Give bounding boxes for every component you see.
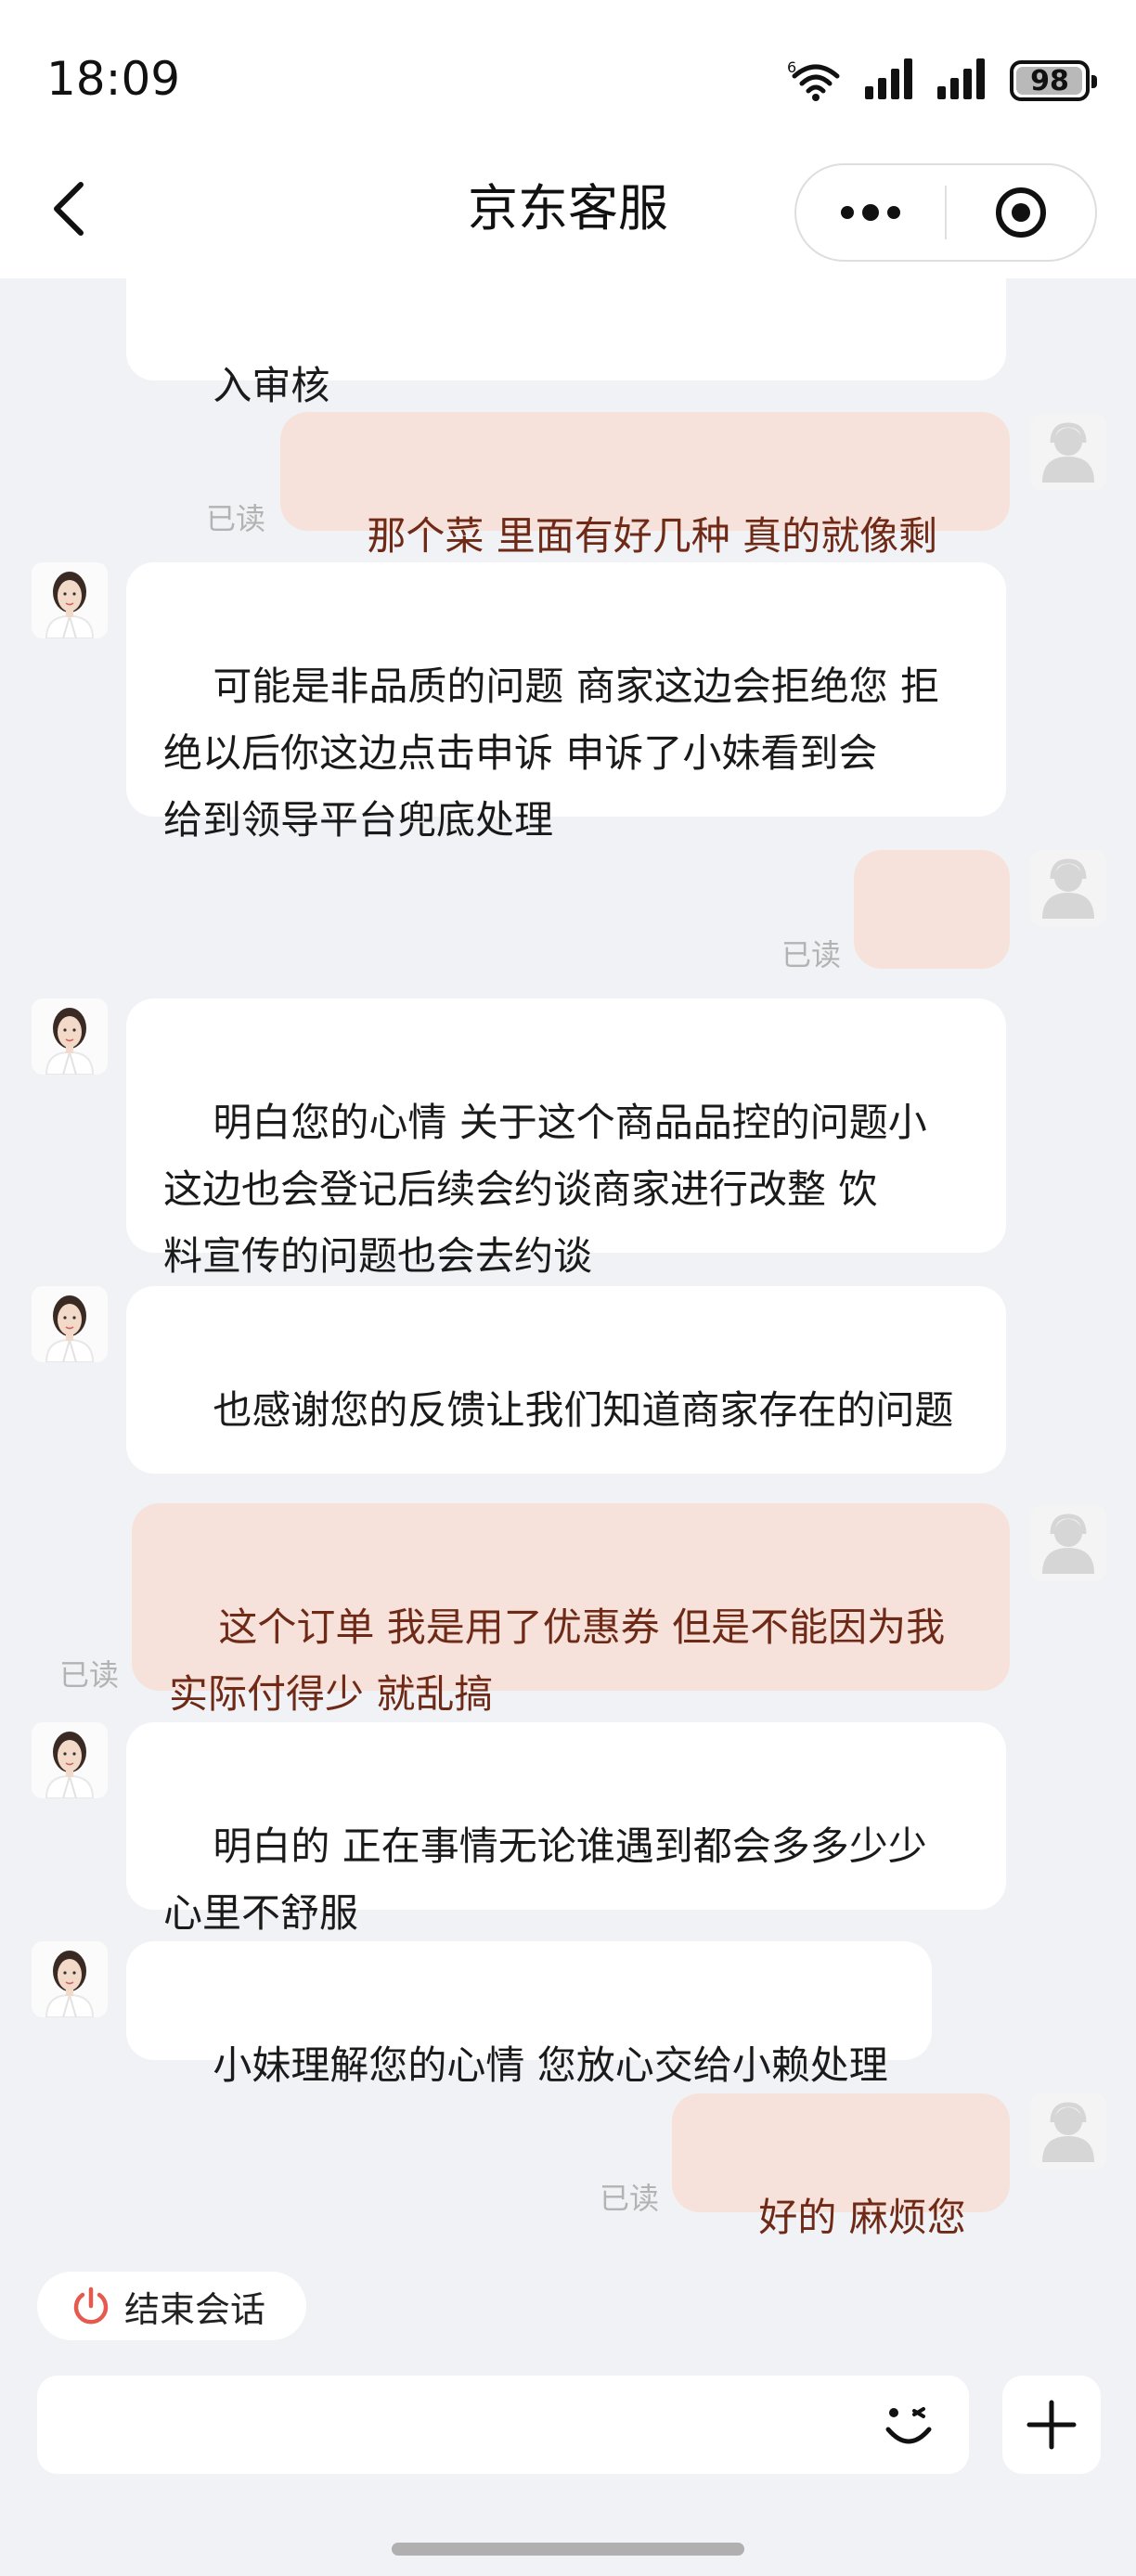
read-status: 已读: [59, 1657, 120, 1693]
user-avatar[interactable]: [1030, 2093, 1106, 2170]
message-bubble-sent[interactable]: 这个订单 我是用了优惠券 但是不能因为我 实际付得少 就乱搞: [132, 1503, 1010, 1717]
end-chat-label: 结束会话: [124, 2288, 266, 2330]
user-avatar-icon: [1042, 1513, 1094, 1574]
message-bubble[interactable]: 明白的 正在事情无论谁遇到都会多多少少 心里不舒服: [126, 1722, 1006, 1936]
user-avatar-icon: [1042, 422, 1094, 483]
power-icon: [73, 2286, 109, 2325]
message-text: 好的 麻烦您了: [758, 2195, 966, 2240]
message-text: 可能是非品质的问题 商家这边会拒绝您 拒 绝以后你这边点击申诉 申诉了小妹看到会…: [163, 663, 940, 843]
signal-icon-secondary: [937, 58, 989, 103]
message-bubble[interactable]: 小妹理解您的心情 您放心交给小赖处理: [126, 1941, 932, 2088]
signal-icon: [865, 58, 917, 103]
message-bubble-sent[interactable]: 那个菜 里面有好几种 真的就像剩的: [280, 412, 1010, 625]
user-avatar-icon: [1042, 858, 1094, 919]
message-bubble-sent[interactable]: 好的: [854, 850, 1010, 1063]
more-actions-button[interactable]: [1002, 2376, 1101, 2474]
more-dots-icon: [841, 204, 900, 221]
top-bar: 18:09 6 98 京东客服: [0, 0, 1136, 278]
message-bubble[interactable]: 入审核: [126, 278, 1006, 408]
agent-avatar-icon: [32, 1722, 108, 1798]
emoji-wink-icon: [885, 2407, 932, 2444]
message-bubble[interactable]: 可能是非品质的问题 商家这边会拒绝您 拒 绝以后你这边点击申诉 申诉了小妹看到会…: [126, 562, 1006, 843]
user-avatar-icon: [1042, 2102, 1094, 2162]
read-status: 已读: [206, 501, 266, 536]
more-button[interactable]: [796, 165, 945, 260]
wifi-icon: 6: [787, 56, 845, 106]
agent-avatar-icon: [32, 562, 108, 638]
agent-avatar-icon: [32, 998, 108, 1075]
battery-indicator: 98: [1010, 60, 1097, 101]
agent-avatar[interactable]: [32, 562, 108, 638]
battery-level: 98: [1030, 64, 1069, 97]
target-icon: [995, 187, 1046, 238]
status-time: 18:09: [46, 52, 181, 106]
message-input[interactable]: [37, 2376, 969, 2474]
message-text: 也感谢您的反馈让我们知道商家存在的问题: [213, 1387, 954, 1433]
message-bubble[interactable]: 明白您的心情 关于这个商品品控的问题小 这边也会登记后续会约谈商家进行改整 饮 …: [126, 998, 1006, 1279]
message-text: 这个订单 我是用了优惠券 但是不能因为我 实际付得少 就乱搞: [169, 1604, 946, 1717]
message-bubble-sent[interactable]: 好的 麻烦您了: [672, 2093, 1010, 2240]
message-text: 入审核: [213, 363, 330, 408]
plus-icon: [1026, 2400, 1077, 2450]
close-miniprogram-button[interactable]: [947, 165, 1095, 260]
read-status: 已读: [600, 2181, 660, 2216]
home-indicator[interactable]: [392, 2543, 744, 2556]
agent-avatar[interactable]: [32, 1722, 108, 1798]
end-chat-button[interactable]: 结束会话: [37, 2272, 306, 2340]
agent-avatar[interactable]: [32, 1941, 108, 2017]
agent-avatar-icon: [32, 1286, 108, 1362]
chat-area[interactable]: 入审核 已读 那个菜 里面有好几种 真的就像剩的 可能是非品质的问题 商家这边会…: [0, 278, 1136, 2255]
user-avatar[interactable]: [1030, 414, 1106, 490]
emoji-button[interactable]: [876, 2398, 941, 2454]
message-bubble[interactable]: 也感谢您的反馈让我们知道商家存在的问题: [126, 1286, 1006, 1474]
agent-avatar-icon: [32, 1941, 108, 2017]
user-avatar[interactable]: [1030, 850, 1106, 926]
message-text: 小妹理解您的心情 您放心交给小赖处理: [213, 2042, 888, 2088]
user-avatar[interactable]: [1030, 1505, 1106, 1581]
read-status: 已读: [781, 937, 842, 972]
status-icons: 6 98: [787, 56, 1097, 106]
message-text: 明白的 正在事情无论谁遇到都会多多少少 心里不舒服: [163, 1823, 927, 1936]
message-text: 明白您的心情 关于这个商品品控的问题小 这边也会登记后续会约谈商家进行改整 饮 …: [163, 1100, 927, 1279]
agent-avatar[interactable]: [32, 1286, 108, 1362]
mini-program-capsule: [794, 163, 1097, 262]
agent-avatar[interactable]: [32, 998, 108, 1075]
